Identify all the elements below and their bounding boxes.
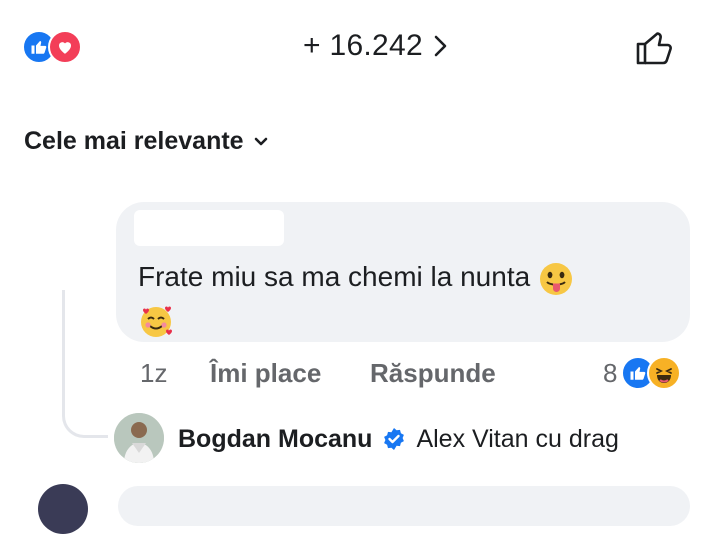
avatar[interactable] xyxy=(114,413,164,463)
reply-thread-line xyxy=(62,290,108,438)
chevron-right-icon xyxy=(434,35,447,57)
next-comment-bubble[interactable] xyxy=(118,486,690,526)
comment-bubble[interactable]: Frate miu sa ma chemi la nunta xyxy=(116,202,690,342)
reply-text: Alex Vitan cu drag xyxy=(416,424,619,453)
comment-reactions-count: 8 xyxy=(603,357,618,388)
reply-button[interactable]: Răspunde xyxy=(370,358,496,389)
tongue-out-emoji xyxy=(539,262,572,295)
reply-row: Bogdan Mocanu Alex Vitan cu drag xyxy=(178,420,619,458)
comment-actions: 1z Îmi place Răspunde xyxy=(140,352,496,394)
next-comment-avatar[interactable] xyxy=(38,484,88,534)
reaction-count-link[interactable]: + 16.242 xyxy=(303,28,447,64)
comment-timestamp[interactable]: 1z xyxy=(140,358,210,389)
haha-reaction-icon xyxy=(647,356,682,390)
reaction-summary-icons[interactable] xyxy=(22,30,92,64)
reaction-count: + 16.242 xyxy=(303,29,424,62)
chevron-down-icon xyxy=(254,137,267,145)
user-avatar-icon xyxy=(114,413,164,463)
redacted-author-name xyxy=(134,210,284,246)
smiling-hearts-emoji xyxy=(141,306,172,337)
reply-author-name[interactable]: Bogdan Mocanu xyxy=(178,425,372,454)
comment-body: Frate miu sa ma chemi la nunta xyxy=(138,261,531,292)
sort-label: Cele mai relevante xyxy=(24,127,244,155)
verified-badge-icon xyxy=(384,428,405,450)
comment-reactions[interactable]: 8 xyxy=(603,352,682,394)
sort-dropdown[interactable]: Cele mai relevante xyxy=(24,127,268,156)
love-reaction-icon xyxy=(48,30,82,64)
thumbs-up-outline-icon[interactable] xyxy=(634,26,676,68)
like-button[interactable]: Îmi place xyxy=(210,358,370,389)
comment-text: Frate miu sa ma chemi la nunta xyxy=(138,256,638,340)
